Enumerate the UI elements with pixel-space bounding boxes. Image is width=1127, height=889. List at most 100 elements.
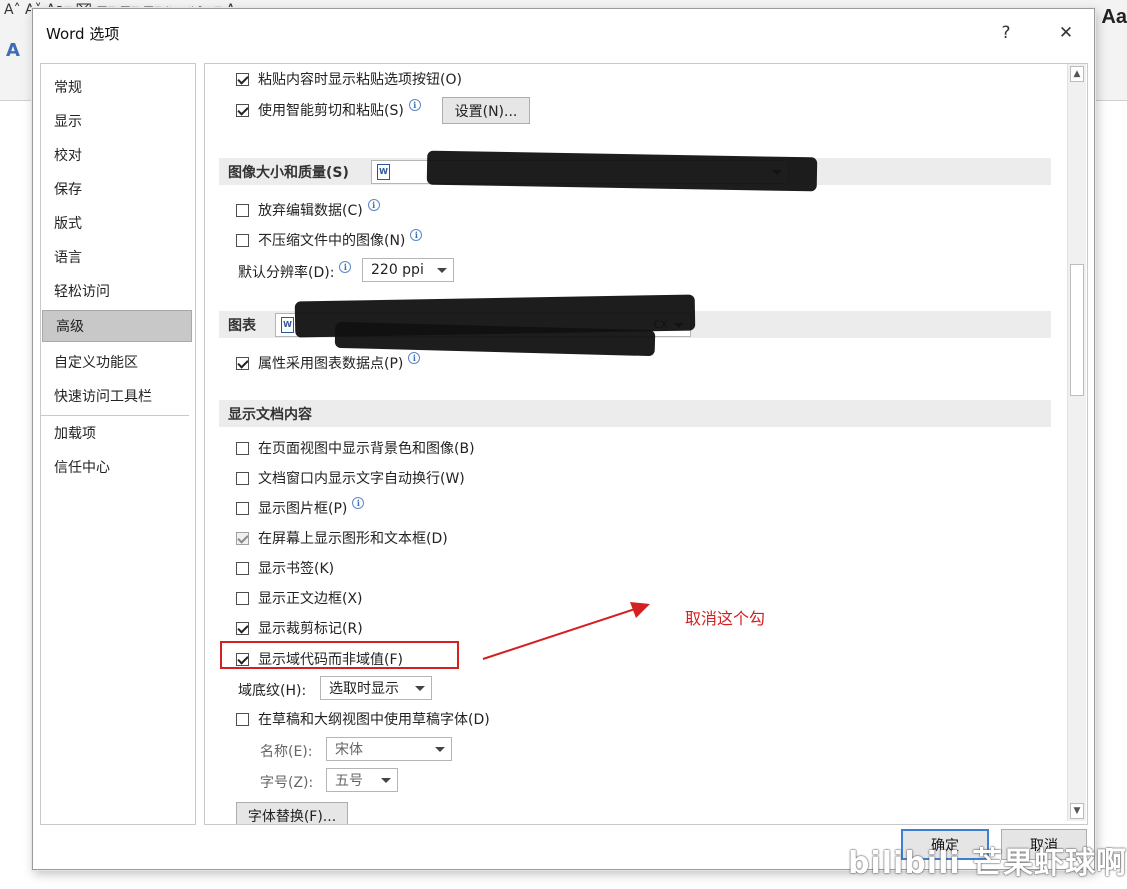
options-nav: 常规 显示 校对 保存 版式 语言 轻松访问 高级 自定义功能区 快速访问工具栏… [40,63,196,825]
checkbox-checked[interactable] [236,103,249,117]
checkbox-unchecked[interactable] [236,441,249,455]
option-label: 使用智能剪切和粘贴(S) [258,103,404,119]
draft-font-size-row: 字号(Z): [260,772,313,792]
smart-paste-settings-button[interactable]: 设置(N)... [442,97,530,124]
chevron-down-icon [415,686,425,691]
info-icon: i [339,261,352,273]
option-label: 放弃编辑数据(C) [258,203,363,219]
nav-item-layout[interactable]: 版式 [41,208,195,240]
draft-font-name-select[interactable]: 宋体 [326,737,452,761]
ribbon-style-preview: Aa [1101,6,1127,28]
nav-item-accessibility[interactable]: 轻松访问 [41,276,195,308]
chart-properties-row[interactable]: 属性采用图表数据点(P) i [236,352,421,373]
option-label: 在屏幕上显示图形和文本框(D) [258,531,448,547]
checkbox-unchecked[interactable] [236,203,249,217]
option-label: 属性采用图表数据点(P) [258,356,404,372]
section-show-document-content: 显示文档内容 [219,400,1051,427]
dropdown-value: 选取时显示 [329,681,399,697]
smart-cut-paste-row[interactable]: 使用智能剪切和粘贴(S) i [236,99,421,120]
nav-item-display[interactable]: 显示 [41,106,195,138]
info-icon: i [367,199,380,211]
advanced-options-panel: 粘贴内容时显示粘贴选项按钮(O) 使用智能剪切和粘贴(S) i 设置(N)...… [204,63,1088,825]
info-icon: i [408,352,421,364]
nav-item-quick-access[interactable]: 快速访问工具栏 [41,381,195,413]
checkbox-checked[interactable] [236,621,249,635]
dialog-titlebar: Word 选项 ? ✕ [33,9,1094,57]
show-background-row[interactable]: 在页面视图中显示背景色和图像(B) [236,438,475,458]
annotation-text: 取消这个勾 [685,609,766,628]
text-wrap-row[interactable]: 文档窗口内显示文字自动换行(W) [236,468,465,488]
field-shading-label: 域底纹(H): [238,683,307,699]
checkbox-checked-disabled[interactable] [236,531,249,545]
annotation-arrow-line [482,607,639,660]
drawings-textboxes-row[interactable]: 在屏幕上显示图形和文本框(D) [236,528,448,548]
draft-font-size-select[interactable]: 五号 [326,768,398,792]
option-label: 不压缩文件中的图像(N) [258,233,406,249]
help-button[interactable]: ? [991,19,1021,47]
redaction-mark [426,150,818,192]
nav-item-proofing[interactable]: 校对 [41,140,195,172]
scroll-up-icon[interactable]: ▲ [1070,66,1084,82]
draft-font-size-label: 字号(Z): [260,775,314,791]
chevron-down-icon [435,747,445,752]
crop-marks-row[interactable]: 显示裁剪标记(R) [236,618,363,638]
checkbox-unchecked[interactable] [236,591,249,605]
checkbox-unchecked[interactable] [236,233,249,247]
ribbon-text-effect-icon: A [6,40,20,61]
option-label: 在草稿和大纲视图中使用草稿字体(D) [258,712,490,728]
nav-divider [41,415,189,416]
draft-font-row[interactable]: 在草稿和大纲视图中使用草稿字体(D) [236,709,490,729]
dropdown-value: 220 ppi [371,262,424,278]
field-shading-row: 域底纹(H): [238,680,306,700]
nav-item-customize-ribbon[interactable]: 自定义功能区 [41,347,195,379]
info-icon: i [410,229,423,241]
picture-placeholders-row[interactable]: 显示图片框(P) i [236,497,365,518]
font-substitution-button[interactable]: 字体替换(F)... [236,802,348,824]
section-heading: 图像大小和质量(S) [228,164,349,181]
nav-item-general[interactable]: 常规 [41,72,195,104]
word-doc-icon: W [377,164,390,180]
annotation-arrow-head [630,602,650,618]
close-button[interactable]: ✕ [1051,19,1081,47]
checkbox-unchecked[interactable] [236,712,249,726]
no-compress-images-row[interactable]: 不压缩文件中的图像(N) i [236,229,423,250]
default-resolution-select[interactable]: 220 ppi [362,258,454,282]
paste-options-button-row[interactable]: 粘贴内容时显示粘贴选项按钮(O) [236,69,462,89]
section-heading: 图表 [228,317,256,334]
option-label: 显示书签(K) [258,561,335,577]
checkbox-unchecked[interactable] [236,501,249,515]
default-resolution-row: 默认分辨率(D): i [238,261,352,282]
info-icon: i [352,497,365,509]
draft-font-name-label: 名称(E): [260,744,313,760]
dialog-title: Word 选项 [46,25,120,43]
checkbox-checked[interactable] [236,356,249,370]
annotation-arrow-icon [482,602,650,660]
show-bookmarks-row[interactable]: 显示书签(K) [236,558,334,578]
word-options-dialog: Word 选项 ? ✕ 常规 显示 校对 保存 版式 语言 轻松访问 高级 自定… [32,8,1095,870]
nav-item-language[interactable]: 语言 [41,242,195,274]
option-label: 文档窗口内显示文字自动换行(W) [258,471,465,487]
section-heading: 显示文档内容 [228,406,312,423]
info-icon: i [408,99,421,111]
field-shading-select[interactable]: 选取时显示 [320,676,432,700]
discard-edit-data-row[interactable]: 放弃编辑数据(C) i [236,199,380,220]
nav-item-advanced[interactable]: 高级 [42,310,192,342]
option-label: 在页面视图中显示背景色和图像(B) [258,441,475,457]
chevron-down-icon [381,778,391,783]
option-label: 显示正文边框(X) [258,591,363,607]
nav-item-trust-center[interactable]: 信任中心 [41,452,195,484]
nav-item-addins[interactable]: 加载项 [41,418,195,450]
checkbox-unchecked[interactable] [236,561,249,575]
option-label: 显示图片框(P) [258,501,348,517]
dropdown-value: 宋体 [335,742,363,758]
checkbox-unchecked[interactable] [236,471,249,485]
scroll-down-icon[interactable]: ▼ [1070,803,1084,819]
content-scrollbar[interactable]: ▲ ▼ [1067,64,1086,821]
scroll-thumb[interactable] [1070,264,1084,396]
text-boundaries-row[interactable]: 显示正文边框(X) [236,588,363,608]
nav-item-save[interactable]: 保存 [41,174,195,206]
bilibili-watermark: bilibili 芒果虾球啊 [848,846,1127,881]
draft-font-name-row: 名称(E): [260,741,313,761]
default-resolution-label: 默认分辨率(D): [238,265,335,281]
checkbox-checked[interactable] [236,72,249,86]
